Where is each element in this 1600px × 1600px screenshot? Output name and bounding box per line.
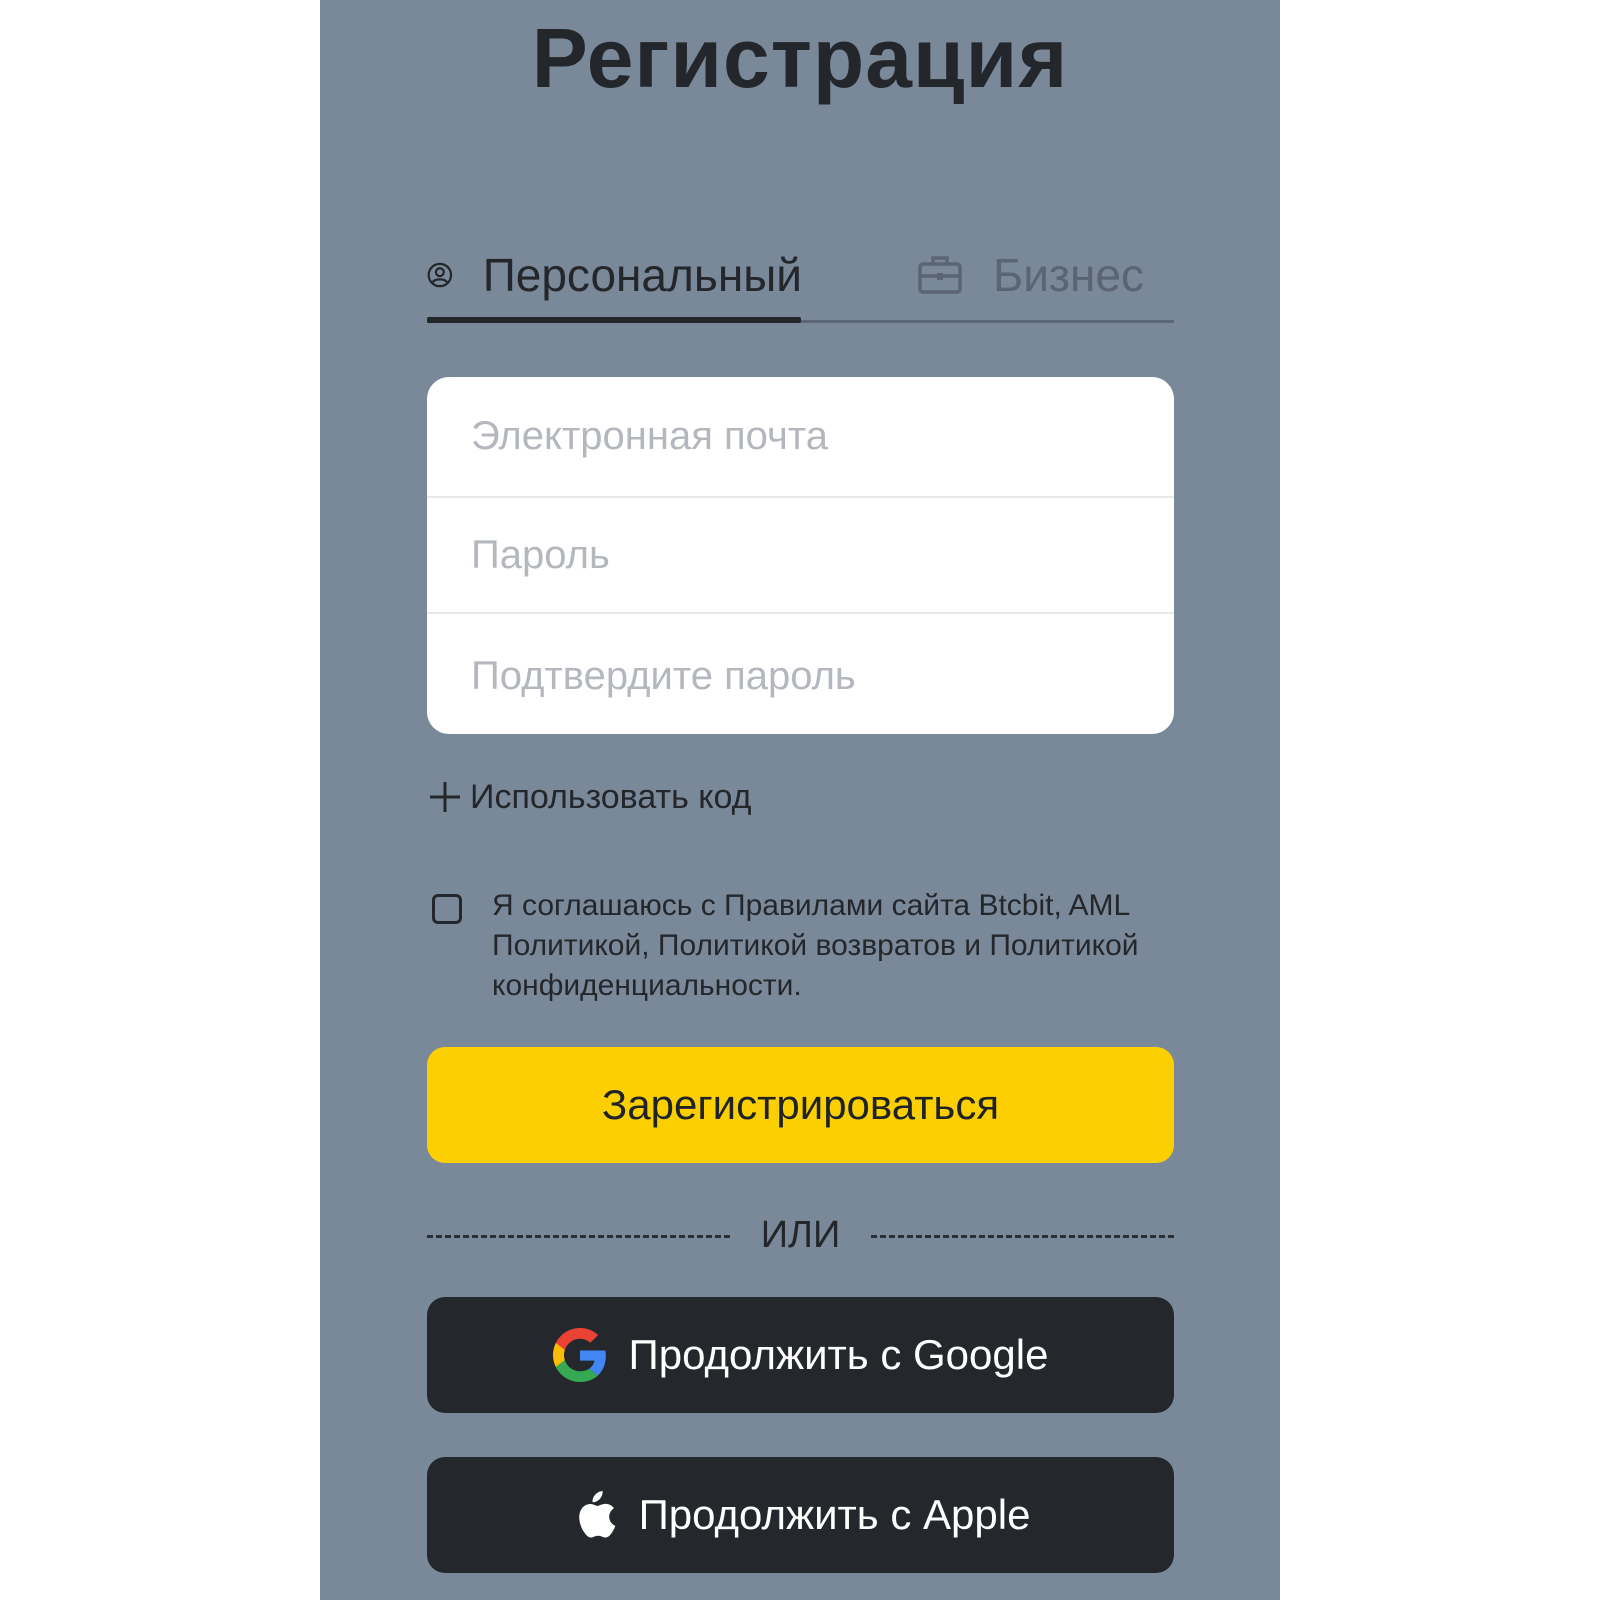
register-button[interactable]: Зарегистрироваться — [427, 1047, 1174, 1163]
google-logo-icon — [552, 1328, 606, 1382]
google-button-label: Продолжить с Google — [628, 1331, 1049, 1378]
apple-button-label: Продолжить с Apple — [638, 1491, 1031, 1538]
confirm-password-input[interactable] — [427, 617, 1174, 734]
tab-business[interactable]: Бизнес — [917, 228, 1174, 322]
briefcase-icon — [918, 256, 962, 294]
use-code-label: Использовать код — [470, 777, 752, 816]
page-title: Регистрация — [531, 11, 1069, 105]
divider-line-left — [427, 1235, 730, 1238]
or-label: ИЛИ — [760, 1214, 841, 1256]
tab-personal[interactable]: Персональный — [427, 228, 802, 322]
continue-with-google-button[interactable]: Продолжить с Google — [427, 1297, 1174, 1413]
account-type-tabs: Персональный Бизнес — [427, 228, 1174, 324]
email-input[interactable] — [427, 377, 1174, 495]
user-circle-icon — [427, 262, 453, 288]
terms-checkbox[interactable] — [432, 894, 462, 924]
password-input[interactable] — [427, 496, 1174, 614]
tab-personal-label: Персональный — [482, 249, 802, 301]
credentials-form — [427, 377, 1174, 734]
register-button-label: Зарегистрироваться — [601, 1081, 1000, 1128]
apple-logo-icon — [578, 1491, 615, 1538]
tab-business-label: Бизнес — [993, 249, 1144, 301]
active-tab-indicator — [427, 317, 801, 323]
use-code-link[interactable]: Использовать код — [428, 772, 752, 822]
continue-with-apple-button[interactable]: Продолжить с Apple — [427, 1457, 1174, 1573]
plus-icon — [430, 782, 460, 812]
divider-line-right — [871, 1235, 1174, 1238]
terms-text: Я соглашаюсь с Правилами сайта Btcbit, A… — [492, 889, 1139, 1002]
or-divider: ИЛИ — [427, 1210, 1174, 1260]
